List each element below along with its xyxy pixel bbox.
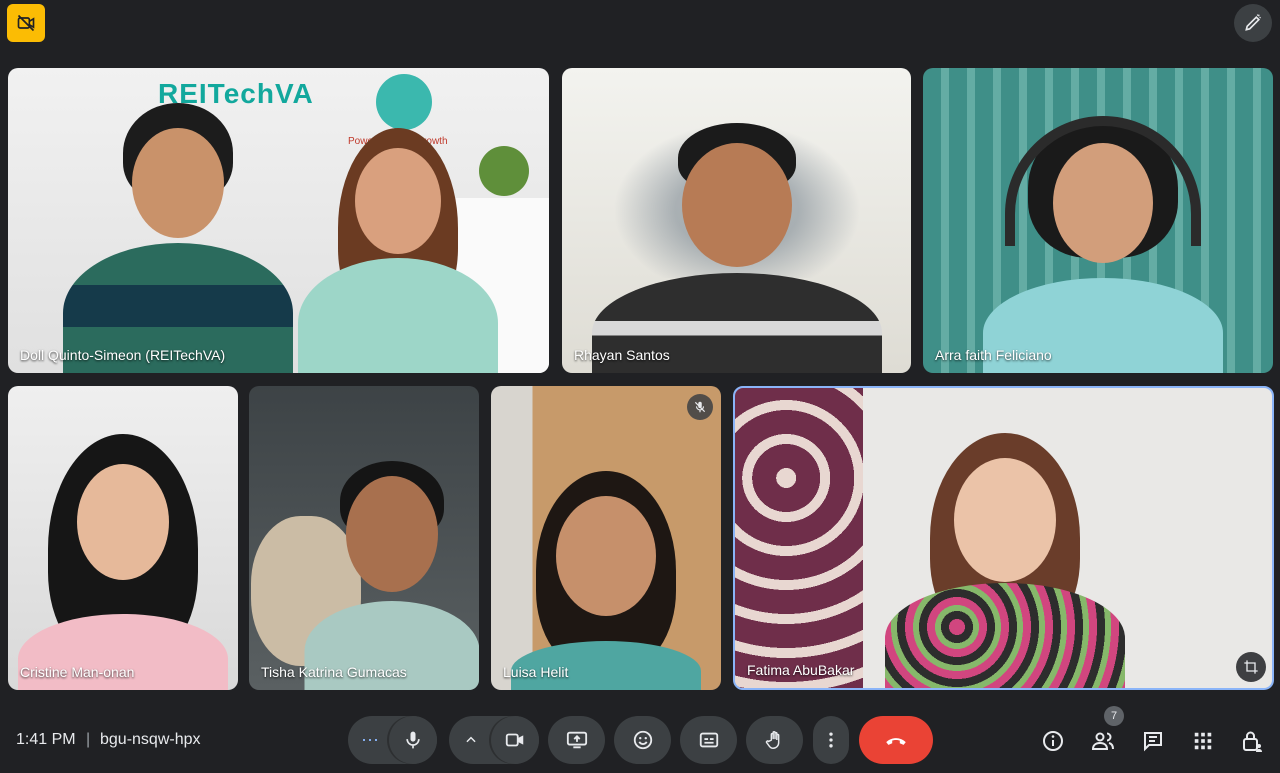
participant-tile-2[interactable]: Rhayan Santos bbox=[562, 68, 911, 373]
participant-name: Arra faith Feliciano bbox=[935, 347, 1052, 363]
participant-name: Fatima AbuBakar bbox=[747, 662, 855, 678]
muted-indicator bbox=[687, 394, 713, 420]
participant-name: Tisha Katrina Gumacas bbox=[261, 664, 407, 680]
emoji-icon bbox=[633, 730, 652, 750]
pen-icon bbox=[1245, 14, 1261, 31]
participant-avatar bbox=[511, 471, 701, 690]
participant-avatar bbox=[835, 433, 1175, 688]
separator: | bbox=[86, 731, 91, 748]
participant-name: Doll Quinto-Simeon (REITechVA) bbox=[20, 347, 226, 363]
participant-tile-3[interactable]: Arra faith Feliciano bbox=[923, 68, 1273, 373]
info-icon bbox=[1043, 731, 1063, 751]
banner-logo bbox=[376, 74, 432, 130]
hang-up-icon bbox=[886, 738, 906, 745]
participant-name: Cristine Man-onan bbox=[20, 664, 135, 680]
host-controls-button[interactable] bbox=[1237, 726, 1267, 756]
mic-off-icon bbox=[694, 401, 706, 413]
participant-count-badge: 7 bbox=[1104, 706, 1124, 726]
lock-person-icon bbox=[1243, 731, 1262, 752]
chat-icon bbox=[1144, 732, 1162, 752]
participant-avatar bbox=[592, 123, 882, 373]
meeting-controls-bar: 1:41 PM | bgu-nsqw-hpx ⋯ 7 bbox=[0, 700, 1280, 773]
mic-group: ⋯ bbox=[348, 716, 437, 764]
chat-button[interactable] bbox=[1138, 726, 1168, 756]
microphone-button[interactable] bbox=[389, 716, 437, 764]
more-vert-icon bbox=[829, 732, 833, 748]
meeting-code: bgu-nsqw-hpx bbox=[100, 731, 201, 748]
participant-avatar bbox=[18, 434, 228, 690]
microphone-icon bbox=[406, 731, 420, 749]
reactions-button[interactable] bbox=[614, 716, 671, 764]
headset-icon bbox=[1005, 116, 1201, 246]
activities-button[interactable] bbox=[1188, 726, 1218, 756]
meeting-time: 1:41 PM bbox=[16, 731, 76, 748]
annotate-button[interactable] bbox=[1234, 4, 1272, 42]
leave-call-button[interactable] bbox=[859, 716, 933, 764]
captions-button[interactable] bbox=[680, 716, 737, 764]
audio-options-button[interactable]: ⋯ bbox=[348, 716, 392, 764]
participant-avatar bbox=[298, 128, 498, 373]
raise-hand-icon bbox=[765, 731, 779, 749]
meeting-details-button[interactable] bbox=[1038, 726, 1068, 756]
chevron-up-icon bbox=[466, 736, 476, 743]
camera-button[interactable] bbox=[491, 716, 539, 764]
participant-tile-4[interactable]: Cristine Man-onan bbox=[8, 386, 238, 690]
apps-grid-icon bbox=[1194, 732, 1212, 750]
participant-name: Luisa Helit bbox=[503, 664, 569, 680]
present-screen-button[interactable] bbox=[548, 716, 605, 764]
camera-icon bbox=[505, 733, 524, 747]
more-options-button[interactable] bbox=[813, 716, 849, 764]
present-screen-icon bbox=[566, 731, 587, 749]
raise-hand-button[interactable] bbox=[746, 716, 803, 764]
people-icon bbox=[1091, 732, 1114, 750]
video-off-icon bbox=[17, 14, 35, 32]
captions-icon bbox=[699, 732, 718, 748]
participant-avatar bbox=[304, 461, 479, 690]
participant-tile-7[interactable]: Fatima AbuBakar bbox=[733, 386, 1274, 690]
participant-avatar bbox=[983, 116, 1223, 373]
participant-tile-1[interactable]: REITechVA Powering Your Growth Doll Quin… bbox=[8, 68, 549, 373]
camera-group bbox=[449, 716, 539, 764]
frame-button[interactable] bbox=[1236, 652, 1266, 682]
participant-tile-6[interactable]: Luisa Helit bbox=[491, 386, 721, 690]
participant-tile-5[interactable]: Tisha Katrina Gumacas bbox=[249, 386, 479, 690]
participant-name: Rhayan Santos bbox=[574, 347, 670, 363]
crop-icon bbox=[1244, 660, 1258, 674]
recording-off-badge[interactable] bbox=[7, 4, 45, 42]
people-button[interactable] bbox=[1088, 726, 1118, 756]
participant-avatar bbox=[63, 103, 293, 373]
video-options-button[interactable] bbox=[449, 716, 493, 764]
